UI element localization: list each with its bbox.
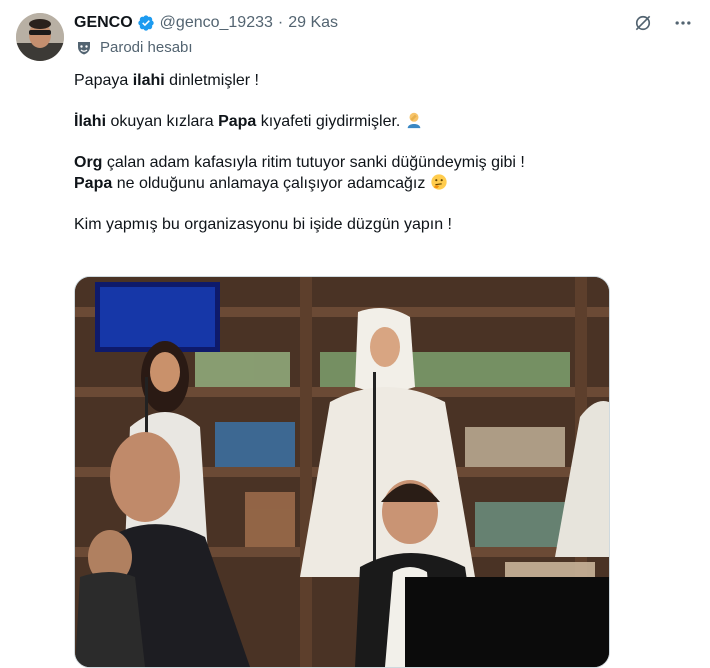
author-handle[interactable]: @genco_19233 — [160, 14, 273, 32]
tweet-line-3: Org çalan adam kafasıyla ritim tutuyor s… — [74, 154, 525, 171]
tweet-line-1: Papaya ilahi dinletmişler ! — [74, 72, 259, 89]
parody-label: Parodi hesabı — [76, 39, 193, 56]
more-icon[interactable] — [672, 12, 694, 34]
tweet-date[interactable]: 29 Kas — [288, 14, 338, 32]
tweet-text: Papaya ilahi dinletmişler ! İlahi okuyan… — [74, 70, 684, 235]
avatar[interactable] — [16, 13, 64, 61]
tweet-line-2: İlahi okuyan kızlara Papa kıyafeti giydi… — [74, 111, 684, 132]
video-frame — [75, 277, 609, 667]
grok-icon[interactable] — [632, 12, 654, 34]
separator-dot: · — [277, 14, 284, 31]
author-name[interactable]: GENCO — [74, 14, 133, 32]
tweet-header: GENCO @genco_19233 · 29 Kas — [74, 12, 338, 34]
parody-text: Parodi hesabı — [100, 39, 193, 56]
tweet-video[interactable] — [74, 276, 610, 668]
header-actions — [632, 12, 694, 34]
facepalm-emoji — [405, 111, 423, 129]
verified-badge-icon — [137, 14, 155, 32]
tweet-line-4: Papa ne olduğunu anlamaya çalışıyor adam… — [74, 173, 684, 194]
tweet-line-5: Kim yapmış bu organizasyonu bi işide düz… — [74, 216, 452, 233]
parody-mask-icon — [76, 40, 92, 56]
thinking-emoji — [430, 173, 448, 191]
